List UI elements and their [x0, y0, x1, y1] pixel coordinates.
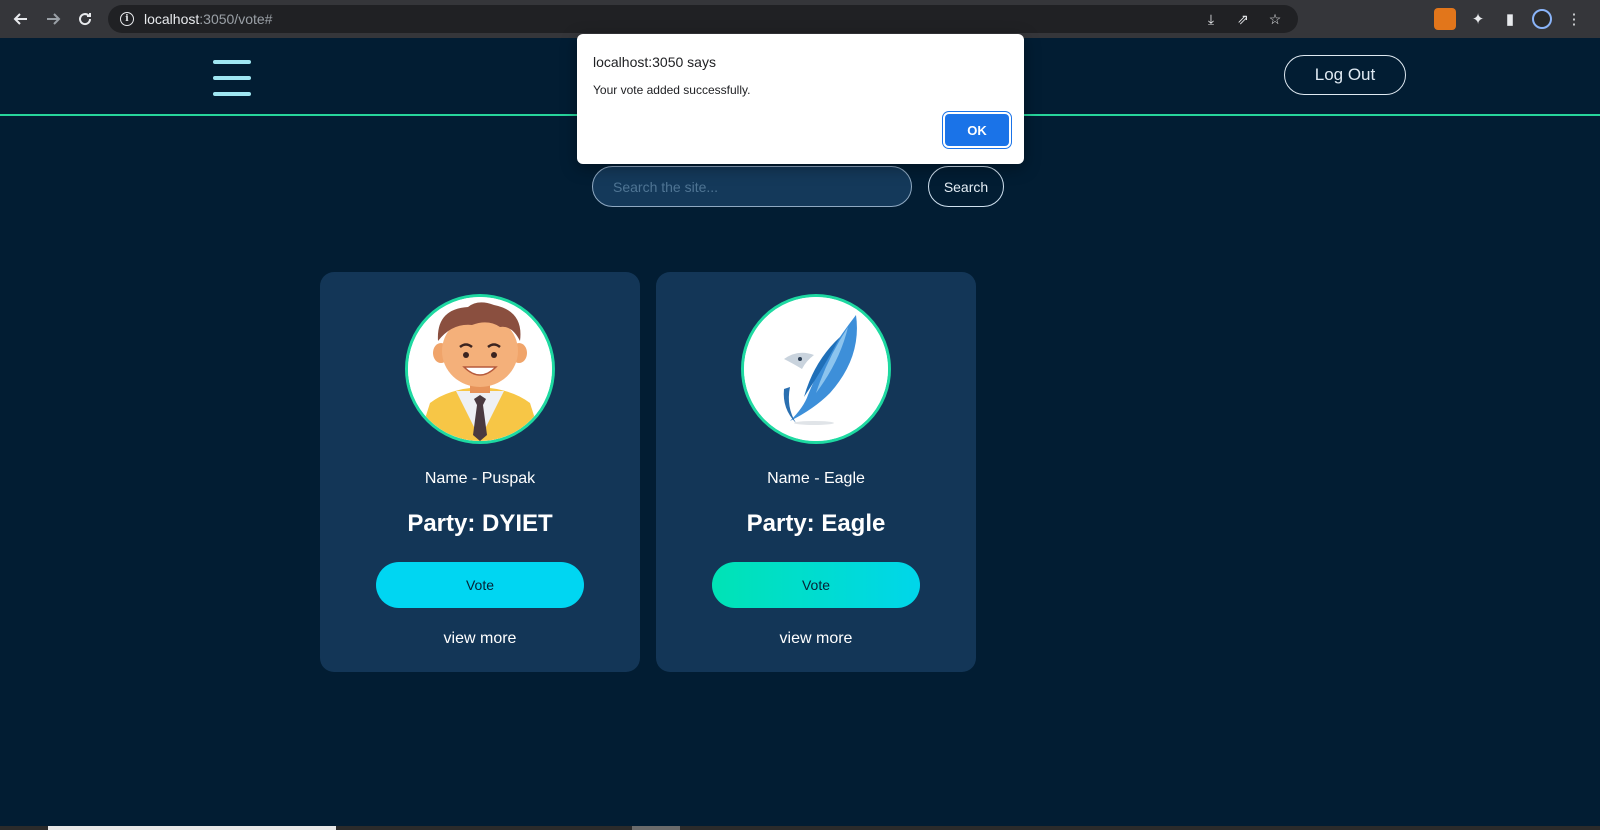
candidate-avatar: [741, 294, 891, 444]
candidate-card: Name - Eagle Party: Eagle Vote view more: [656, 272, 976, 672]
install-icon[interactable]: ⤓: [1202, 11, 1220, 28]
forward-arrow-icon[interactable]: [38, 4, 68, 34]
scrollbar-thumb[interactable]: [48, 826, 336, 830]
vote-button[interactable]: Vote: [376, 562, 584, 608]
candidate-avatar: [405, 294, 555, 444]
star-icon[interactable]: ☆: [1266, 11, 1284, 28]
candidate-name: Name - Eagle: [767, 470, 865, 487]
reload-icon[interactable]: [70, 4, 100, 34]
candidate-card: Name - Puspak Party: DYIET Vote view mor…: [320, 272, 640, 672]
candidate-party: Party: DYIET: [407, 510, 553, 537]
view-more-link[interactable]: view more: [320, 630, 640, 648]
man-avatar-image: [408, 297, 552, 441]
dialog-message: Your vote added successfully.: [593, 83, 751, 97]
info-icon[interactable]: i: [120, 12, 134, 26]
dialog-title: localhost:3050 says: [593, 54, 716, 70]
profile-icon[interactable]: [1532, 9, 1552, 29]
side-panel-icon[interactable]: ▮: [1500, 10, 1520, 28]
view-more-link[interactable]: view more: [656, 630, 976, 648]
logout-button[interactable]: Log Out: [1284, 55, 1406, 95]
candidate-party: Party: Eagle: [746, 510, 886, 537]
address-bar[interactable]: i localhost:3050/vote# ⤓ ⇗ ☆: [108, 5, 1298, 33]
vote-button[interactable]: Vote: [712, 562, 920, 608]
search-input[interactable]: [592, 166, 912, 207]
metamask-icon[interactable]: [1434, 8, 1456, 30]
extensions-icon[interactable]: ✦: [1468, 10, 1488, 28]
candidate-name: Name - Puspak: [424, 470, 536, 487]
browser-toolbar: i localhost:3050/vote# ⤓ ⇗ ☆ ✦ ▮ ⋮: [0, 0, 1600, 38]
ok-button[interactable]: OK: [945, 114, 1009, 146]
hamburger-menu-icon[interactable]: [213, 60, 251, 96]
search-button[interactable]: Search: [928, 166, 1004, 207]
scrollbar-thumb-secondary[interactable]: [632, 826, 680, 830]
alert-dialog: localhost:3050 says Your vote added succ…: [577, 34, 1024, 164]
horizontal-scrollbar[interactable]: [0, 826, 1600, 830]
kebab-menu-icon[interactable]: ⋮: [1564, 10, 1584, 28]
back-arrow-icon[interactable]: [6, 4, 36, 34]
share-icon[interactable]: ⇗: [1234, 11, 1252, 28]
url-text: localhost:3050/vote#: [144, 11, 273, 27]
eagle-logo-image: [744, 297, 888, 441]
